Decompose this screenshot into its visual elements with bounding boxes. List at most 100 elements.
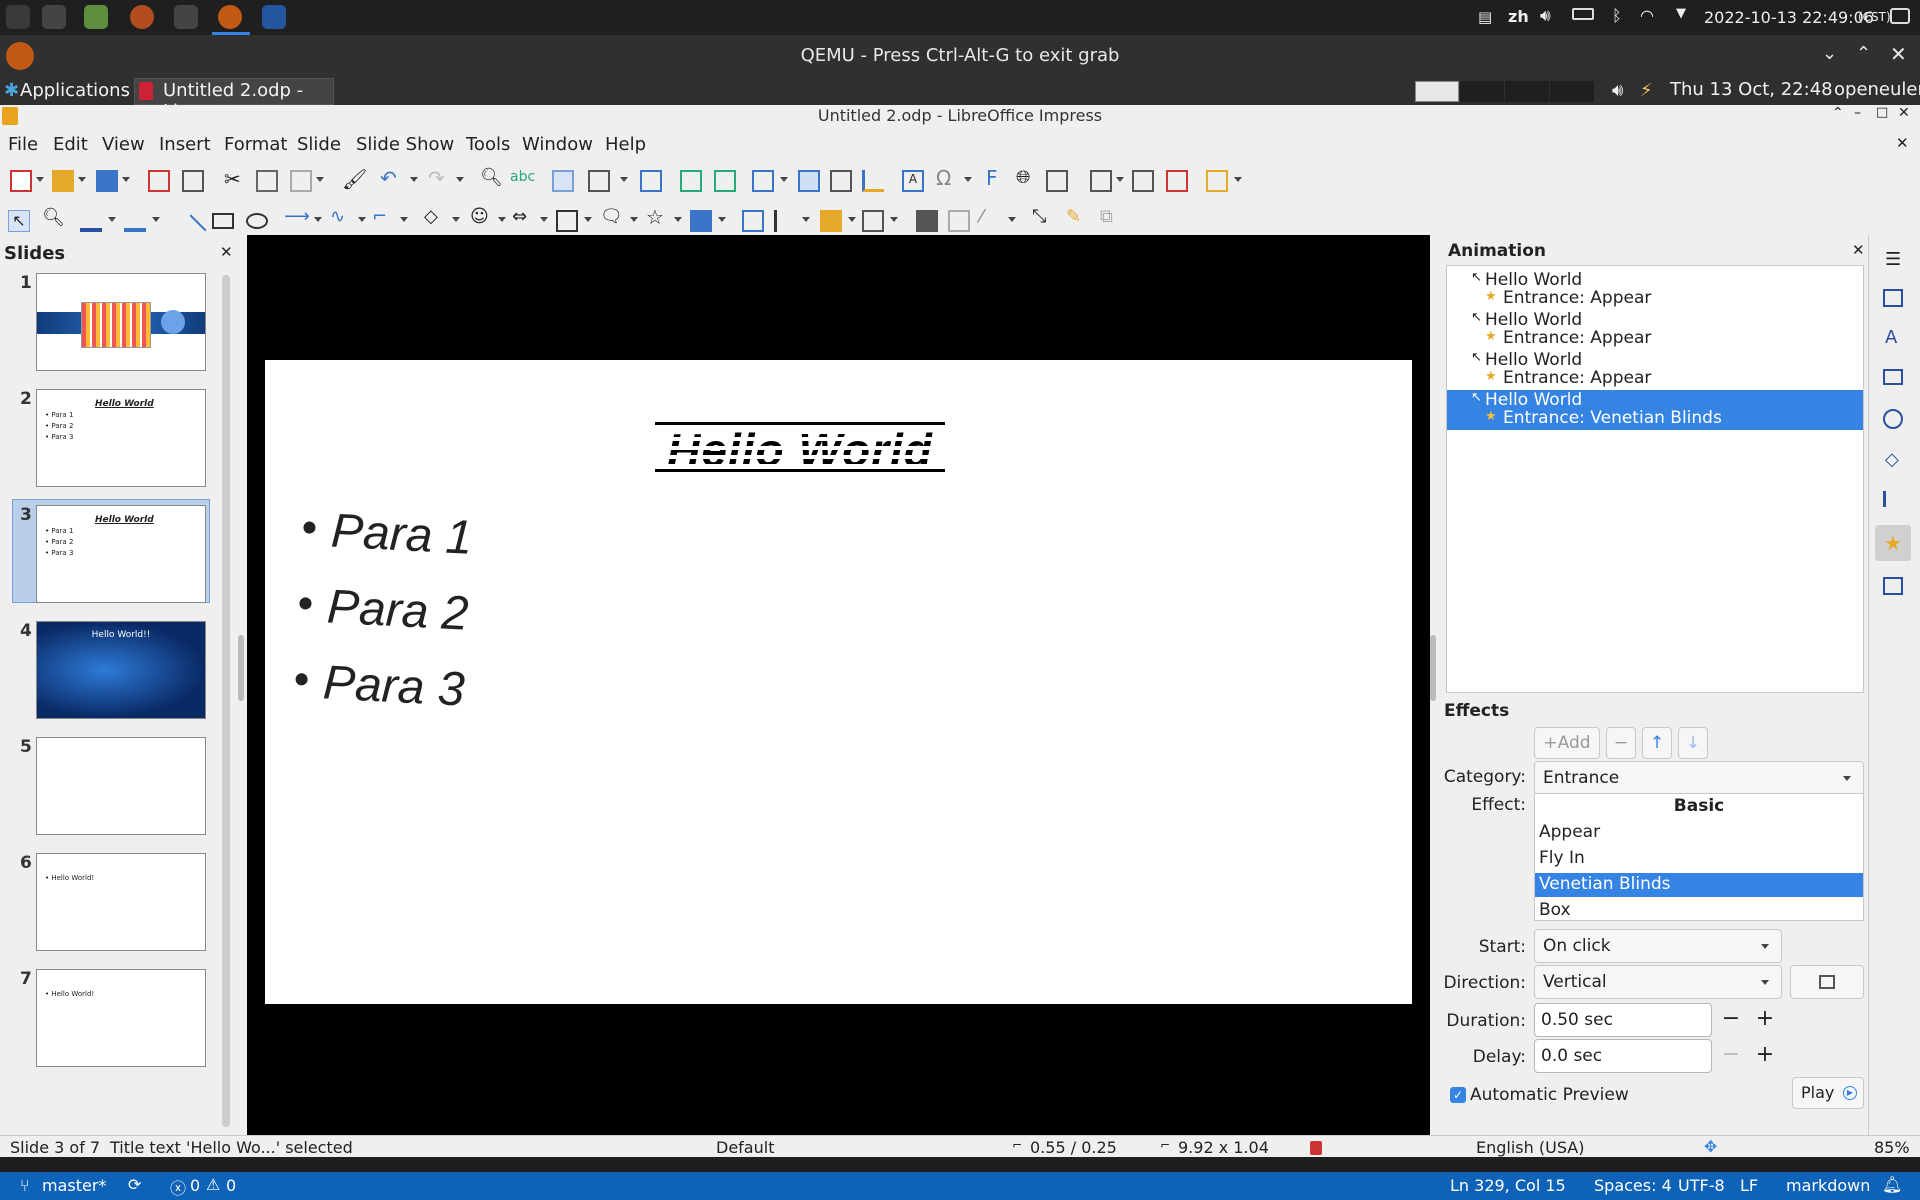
- fill-color-icon[interactable]: [124, 210, 146, 232]
- close-icon[interactable]: ✕: [1852, 241, 1865, 259]
- open-icon[interactable]: [52, 170, 74, 192]
- notification-bell-icon[interactable]: 🔔︎: [1882, 1175, 1902, 1194]
- git-branch[interactable]: master*: [42, 1176, 106, 1195]
- applications-icon[interactable]: ✱: [4, 80, 19, 101]
- table-icon[interactable]: [752, 170, 774, 192]
- scrollbar[interactable]: [222, 275, 230, 1127]
- slide-thumbnail-2[interactable]: Hello World • Para 1 • Para 2 • Para 3: [36, 389, 206, 487]
- 3d-object-icon[interactable]: [690, 210, 712, 232]
- delay-decrease-button[interactable]: −: [1714, 1039, 1748, 1073]
- rectangle-icon[interactable]: [212, 213, 234, 229]
- ellipse-icon[interactable]: [246, 213, 268, 229]
- vscode-icon[interactable]: [262, 5, 286, 29]
- rotate-icon[interactable]: [742, 210, 764, 232]
- block-arrows-icon[interactable]: ⇔: [512, 206, 534, 228]
- workspace-2[interactable]: [1460, 81, 1504, 102]
- save-icon[interactable]: [96, 170, 118, 192]
- chevron-down-icon[interactable]: ▼: [1676, 6, 1686, 21]
- minimize-icon[interactable]: –: [1854, 105, 1861, 121]
- paste-icon[interactable]: [290, 170, 312, 192]
- animation-item[interactable]: ↖ Hello World ★ Entrance: Appear: [1447, 310, 1863, 350]
- effect-options-button[interactable]: [1790, 965, 1864, 999]
- workspace-3[interactable]: [1505, 81, 1549, 102]
- user-name[interactable]: openeuler: [1834, 79, 1920, 100]
- effect-list[interactable]: Basic Appear Fly In Venetian Blinds Box: [1534, 793, 1864, 921]
- flowchart-icon[interactable]: [556, 210, 578, 232]
- glue-points-icon[interactable]: ✎: [1066, 206, 1088, 228]
- media-icon[interactable]: [830, 170, 852, 192]
- new-icon[interactable]: [10, 170, 32, 192]
- spelling-icon[interactable]: abc: [510, 169, 535, 191]
- close-icon[interactable]: ✕: [1898, 105, 1910, 121]
- language-mode[interactable]: markdown: [1786, 1176, 1870, 1195]
- wifi-icon[interactable]: ◠: [1640, 6, 1654, 25]
- effect-option-fly-in[interactable]: Fly In: [1539, 848, 1859, 868]
- animation-deck-icon[interactable]: ★: [1875, 525, 1911, 561]
- slide-transition-icon[interactable]: [1883, 491, 1903, 507]
- menu-format[interactable]: Format: [224, 134, 287, 155]
- toggle-extrusion-icon[interactable]: ⧉: [1100, 206, 1122, 228]
- slide-editor[interactable]: Hello World ● Para 1 ● Para 2 ● Para 3: [247, 235, 1430, 1135]
- slide-thumbnail-7[interactable]: • Hello World!: [36, 969, 206, 1067]
- line-color-icon[interactable]: [80, 210, 102, 232]
- master-name[interactable]: Default: [716, 1138, 774, 1157]
- pane-splitter[interactable]: [1430, 635, 1436, 701]
- slide-thumbnail-5[interactable]: [36, 737, 206, 835]
- direction-select[interactable]: Vertical: [1534, 965, 1782, 999]
- menu-tools[interactable]: Tools: [466, 134, 510, 155]
- battery-icon[interactable]: [1572, 8, 1594, 20]
- notification-icon[interactable]: [1890, 8, 1910, 24]
- symbol-shapes-icon[interactable]: ☺: [470, 206, 492, 228]
- menu-help[interactable]: Help: [605, 134, 646, 155]
- minimize-icon[interactable]: ⌄: [1822, 43, 1837, 64]
- slide-thumbnail-6[interactable]: • Hello World!: [36, 853, 206, 951]
- crop-icon[interactable]: [948, 210, 970, 232]
- maximize-icon[interactable]: ⌃: [1856, 43, 1871, 64]
- clipboard-icon[interactable]: ▤: [1478, 8, 1492, 26]
- properties-icon[interactable]: [1883, 289, 1903, 307]
- undo-icon[interactable]: ↶: [380, 166, 402, 190]
- points-icon[interactable]: ⤡: [1032, 206, 1054, 228]
- slide-canvas[interactable]: Hello World ● Para 1 ● Para 2 ● Para 3: [265, 360, 1412, 1004]
- qemu-icon[interactable]: [218, 5, 242, 29]
- zoom-icon[interactable]: 🔍︎: [42, 207, 65, 229]
- input-method[interactable]: zh: [1508, 7, 1529, 26]
- window-min-icon[interactable]: ⌃: [1832, 105, 1844, 121]
- shadow-icon[interactable]: [916, 210, 938, 232]
- effect-option-appear[interactable]: Appear: [1539, 822, 1859, 842]
- firefox-icon[interactable]: [130, 5, 154, 29]
- error-count[interactable]: 0: [190, 1176, 200, 1195]
- menu-icon[interactable]: ☰: [1885, 249, 1901, 270]
- add-effect-button[interactable]: +Add: [1534, 727, 1600, 759]
- print-icon[interactable]: [182, 170, 204, 192]
- menu-insert[interactable]: Insert: [159, 134, 211, 155]
- gallery-icon[interactable]: [1883, 369, 1903, 385]
- volume-icon[interactable]: 🔊︎: [1540, 6, 1551, 26]
- workspace-1[interactable]: [1415, 81, 1459, 102]
- slide-layout-icon[interactable]: [1206, 170, 1228, 192]
- title-textbox[interactable]: Hello World: [655, 422, 945, 472]
- fontwork-icon[interactable]: F: [986, 166, 1008, 190]
- slide-thumbnail-1[interactable]: [36, 273, 206, 371]
- select-icon[interactable]: ↖: [8, 210, 30, 232]
- animation-list[interactable]: ↖ Hello World ★ Entrance: Appear ↖ Hello…: [1446, 265, 1864, 693]
- document-modified-icon[interactable]: [1310, 1141, 1322, 1155]
- close-document-icon[interactable]: ✕: [1896, 134, 1909, 152]
- remove-effect-button[interactable]: −: [1606, 727, 1636, 759]
- fit-slide-icon[interactable]: ✥: [1704, 1137, 1717, 1156]
- duration-input[interactable]: 0.50 sec: [1534, 1003, 1712, 1037]
- zoom-level[interactable]: 85%: [1874, 1138, 1910, 1157]
- sync-icon[interactable]: ⟳: [128, 1175, 141, 1194]
- cut-icon[interactable]: ✂: [224, 167, 246, 191]
- volume-icon[interactable]: 🔊︎: [1612, 80, 1623, 101]
- maximize-icon[interactable]: □: [1876, 105, 1888, 120]
- encoding[interactable]: UTF-8: [1678, 1176, 1725, 1195]
- play-button[interactable]: Play ▶: [1792, 1077, 1864, 1109]
- pane-splitter[interactable]: [238, 635, 244, 701]
- duration-decrease-button[interactable]: −: [1714, 1003, 1748, 1037]
- navigator-icon[interactable]: [1883, 409, 1903, 429]
- delay-increase-button[interactable]: +: [1748, 1039, 1782, 1073]
- grid-icon[interactable]: [552, 170, 574, 192]
- animation-item-selected[interactable]: ↖ Hello World ★ Entrance: Venetian Blind…: [1447, 390, 1863, 430]
- start-select[interactable]: On click: [1534, 929, 1782, 963]
